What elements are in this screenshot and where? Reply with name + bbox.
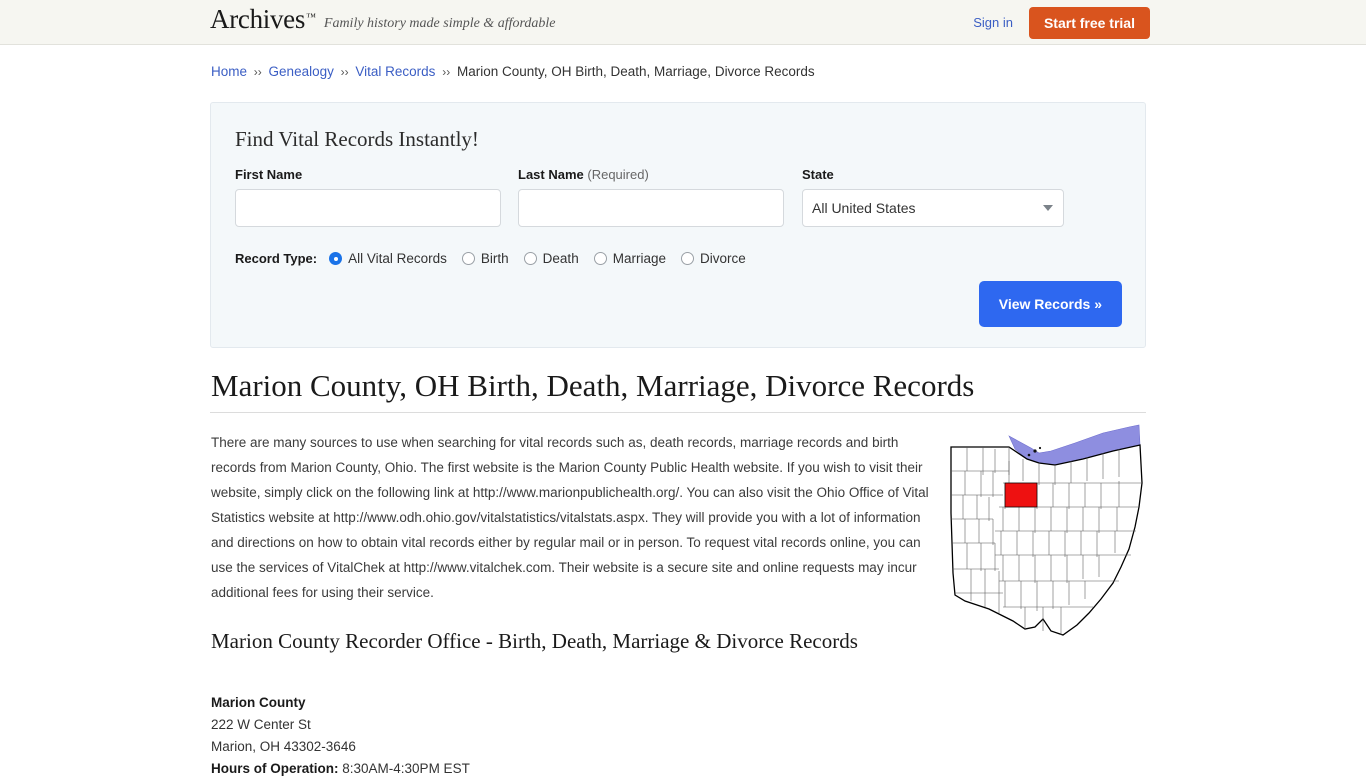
office-hours-value: 8:30AM-4:30PM EST xyxy=(342,761,470,776)
record-type-label: Record Type: xyxy=(235,251,318,266)
breadcrumb-item-home[interactable]: Home xyxy=(211,64,247,79)
last-name-input[interactable] xyxy=(518,189,784,227)
breadcrumb: Home ›› Genealogy ›› Vital Records ›› Ma… xyxy=(211,64,815,79)
office-street: 222 W Center St xyxy=(211,717,311,732)
header-actions: Sign in Start free trial xyxy=(973,0,1150,45)
radio-label-all-vital-records: All Vital Records xyxy=(348,251,447,266)
recorder-office-address: Marion County 222 W Center St Marion, OH… xyxy=(211,692,470,780)
last-name-required-note: (Required) xyxy=(587,167,649,182)
radio-label-divorce: Divorce xyxy=(699,251,746,266)
title-divider xyxy=(210,412,1146,413)
first-name-label: First Name xyxy=(235,167,303,182)
radio-option-death[interactable]: Death xyxy=(523,251,579,266)
last-name-field-group: Last Name (Required) xyxy=(518,167,784,227)
radio-label-death: Death xyxy=(542,251,579,266)
state-select[interactable]: All United States xyxy=(802,189,1064,227)
radio-label-marriage: Marriage xyxy=(612,251,666,266)
state-select-wrapper[interactable]: All United States xyxy=(802,189,1064,227)
breadcrumb-item-vital-records[interactable]: Vital Records xyxy=(355,64,435,79)
office-name: Marion County xyxy=(211,695,306,710)
trademark-symbol: ™ xyxy=(306,12,316,23)
recorder-office-section-heading: Marion County Recorder Office - Birth, D… xyxy=(211,629,858,653)
brand-name: Archives xyxy=(210,4,306,34)
breadcrumb-item-genealogy[interactable]: Genealogy xyxy=(269,64,334,79)
office-city-state-zip: Marion, OH 43302-3646 xyxy=(211,739,356,754)
radio-label-birth: Birth xyxy=(480,251,509,266)
record-type-row: Record Type: All Vital Records Birth Dea… xyxy=(235,251,761,266)
radio-icon-all-vital-records[interactable] xyxy=(329,252,343,265)
brand-tagline: Family history made simple & affordable xyxy=(323,16,556,31)
radio-icon-divorce[interactable] xyxy=(680,252,694,265)
last-name-label: Last Name (Required) xyxy=(518,167,784,182)
state-label: State xyxy=(802,167,834,182)
start-free-trial-button[interactable]: Start free trial xyxy=(1028,6,1150,39)
radio-option-marriage[interactable]: Marriage xyxy=(593,251,666,266)
intro-paragraph: There are many sources to use when searc… xyxy=(211,435,929,600)
brand-logo[interactable]: Archives ™ Family history made simple & … xyxy=(210,6,556,33)
radio-icon-birth[interactable] xyxy=(461,252,475,265)
breadcrumb-item-current: Marion County, OH Birth, Death, Marriage… xyxy=(456,64,815,79)
radio-option-birth[interactable]: Birth xyxy=(461,251,509,266)
ohio-county-map-image xyxy=(950,424,1143,636)
office-hours-line: Hours of Operation: 8:30AM-4:30PM EST xyxy=(211,758,470,780)
radio-option-divorce[interactable]: Divorce xyxy=(680,251,746,266)
sign-in-link[interactable]: Sign in xyxy=(973,15,1013,30)
search-panel-title: Find Vital Records Instantly! xyxy=(235,127,479,151)
breadcrumb-separator: ›› xyxy=(442,65,451,79)
office-hours-label: Hours of Operation: xyxy=(211,761,339,776)
radio-option-all-vital-records[interactable]: All Vital Records xyxy=(329,251,447,266)
site-header: Archives ™ Family history made simple & … xyxy=(0,0,1366,45)
breadcrumb-separator: ›› xyxy=(340,65,349,79)
ohio-state-outline xyxy=(950,444,1143,636)
view-records-button[interactable]: View Records » xyxy=(978,281,1122,327)
radio-icon-death[interactable] xyxy=(523,252,537,265)
vital-records-search-panel: Find Vital Records Instantly! First Name… xyxy=(210,102,1146,348)
state-field-group: State All United States xyxy=(802,167,1064,227)
page-title: Marion County, OH Birth, Death, Marriage… xyxy=(211,368,975,403)
marion-county-highlight xyxy=(1004,482,1038,508)
radio-icon-marriage[interactable] xyxy=(593,252,607,265)
first-name-input[interactable] xyxy=(235,189,501,227)
last-name-label-text: Last Name xyxy=(518,167,584,182)
first-name-field-group: First Name xyxy=(235,167,501,227)
breadcrumb-separator: ›› xyxy=(253,65,262,79)
